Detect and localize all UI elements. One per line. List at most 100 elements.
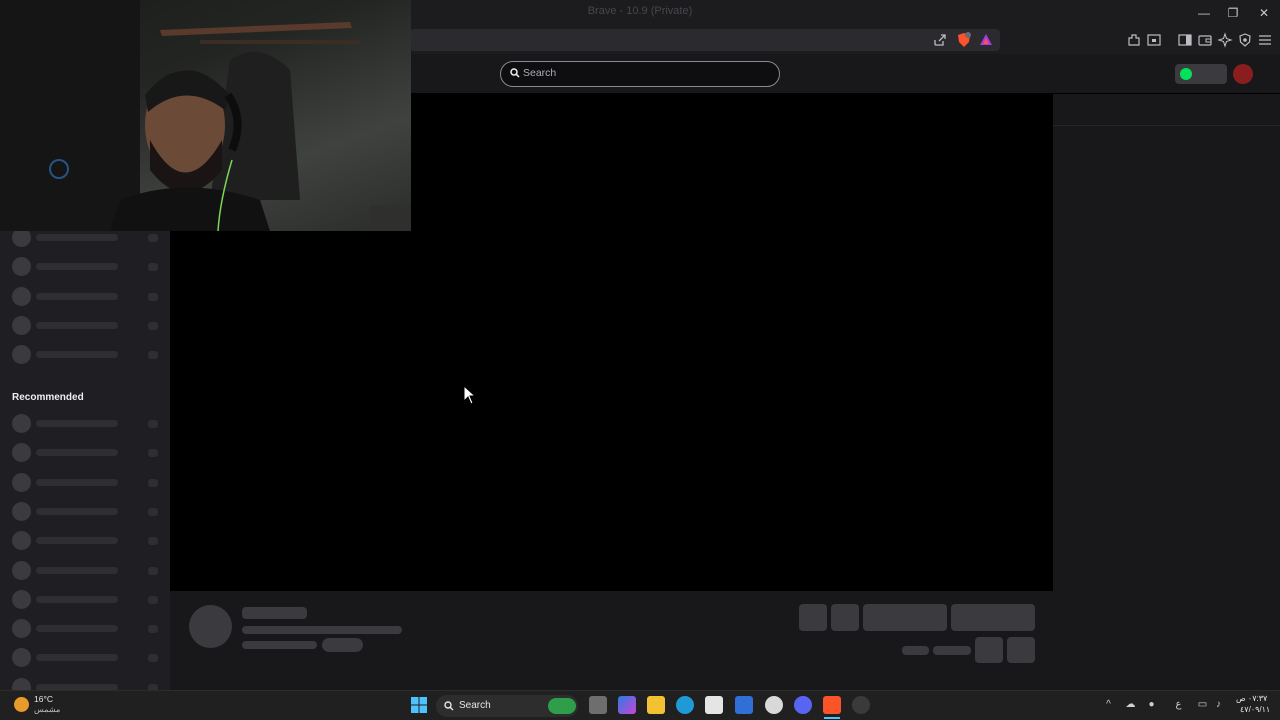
leo-icon[interactable] <box>1217 32 1233 48</box>
channel-name-placeholder <box>36 625 118 633</box>
file-explorer-icon[interactable] <box>647 696 665 714</box>
channel-avatar-placeholder <box>12 414 31 433</box>
wallet-icon[interactable] <box>1197 32 1213 48</box>
share-button-placeholder[interactable] <box>975 637 1003 663</box>
sidebar-channel-placeholder[interactable] <box>12 286 162 307</box>
sidebar-channel-placeholder[interactable] <box>12 315 162 336</box>
close-button[interactable]: ✕ <box>1253 3 1275 23</box>
mail-icon[interactable] <box>735 696 753 714</box>
channel-info-bar <box>170 591 1053 690</box>
input-language[interactable]: ع <box>1172 698 1185 711</box>
more-button-placeholder[interactable] <box>1007 637 1035 663</box>
viewer-count-placeholder <box>148 566 158 575</box>
sidebar-channel-placeholder[interactable] <box>12 501 162 522</box>
tag-placeholder <box>322 638 363 652</box>
sidebar-channel-placeholder[interactable] <box>12 443 162 463</box>
extensions-icon[interactable] <box>1126 32 1142 48</box>
sidebar-channel-placeholder[interactable] <box>12 345 162 365</box>
address-bar[interactable] <box>410 29 1000 51</box>
channel-name-placeholder <box>36 595 118 603</box>
network-icon[interactable]: ▭ <box>1196 698 1209 711</box>
sidebar-channel-placeholder[interactable] <box>12 414 162 434</box>
follow-button-placeholder[interactable] <box>863 604 947 631</box>
weather-icon[interactable] <box>14 697 29 712</box>
sidebar-channel-placeholder[interactable] <box>12 228 162 248</box>
channel-name-placeholder <box>36 478 118 486</box>
clock-time[interactable]: ٠٧:٣٧ ص <box>1236 694 1267 703</box>
channel-avatar-placeholder <box>12 589 31 609</box>
viewer-count-placeholder <box>902 646 929 655</box>
channel-name-placeholder <box>36 537 118 545</box>
taskbar-search-label: Search <box>459 700 491 711</box>
channel-name-placeholder <box>36 507 118 515</box>
sidebar-channel-placeholder[interactable] <box>12 560 162 581</box>
clock-date[interactable]: ٤٧/٠٩/١١ <box>1240 705 1270 714</box>
taskbar-search[interactable]: Search <box>436 695 578 717</box>
brave-shield-icon[interactable] <box>956 32 972 48</box>
search-highlight-icon <box>548 698 576 714</box>
search-input[interactable]: Search <box>500 61 780 87</box>
brave-icon[interactable] <box>823 696 841 714</box>
channel-name-placeholder <box>36 292 118 300</box>
search-placeholder: Search <box>523 67 557 79</box>
tray-overflow-icon[interactable]: ^ <box>1102 698 1115 711</box>
store-icon[interactable] <box>705 696 723 714</box>
subscribe-button-placeholder[interactable] <box>951 604 1035 631</box>
channel-avatar-placeholder <box>12 286 31 306</box>
sidebar-channel-placeholder[interactable] <box>12 589 162 610</box>
channel-name-placeholder <box>36 351 118 359</box>
uptime-placeholder <box>933 646 971 655</box>
channel-avatar-placeholder <box>12 531 31 551</box>
viewer-count-placeholder <box>148 263 158 272</box>
sidebar-channel-placeholder[interactable] <box>12 619 162 639</box>
stream-title-placeholder <box>242 626 402 634</box>
menu-icon[interactable] <box>1257 32 1273 48</box>
channel-avatar-placeholder <box>12 619 31 639</box>
get-bits-button[interactable] <box>1175 64 1227 84</box>
channel-avatar-placeholder <box>12 648 31 668</box>
channel-avatar-placeholder <box>12 315 31 335</box>
cursor-icon <box>463 385 477 405</box>
task-view-icon[interactable] <box>589 696 607 714</box>
app-icon[interactable] <box>852 696 870 714</box>
channel-name-placeholder <box>36 263 118 271</box>
onedrive-icon[interactable]: ☁ <box>1124 698 1137 711</box>
action-button-placeholder[interactable] <box>831 604 859 631</box>
weather-temperature[interactable]: 16°C <box>34 694 53 704</box>
edge-icon[interactable] <box>676 696 694 714</box>
volume-icon[interactable]: ♪ <box>1212 698 1225 711</box>
windows-start-icon[interactable] <box>411 697 427 713</box>
viewer-count-placeholder <box>148 351 158 360</box>
sidebar-channel-placeholder[interactable] <box>12 677 162 690</box>
vpn-icon[interactable] <box>1237 32 1253 48</box>
microphone-icon[interactable]: ● <box>1145 698 1158 711</box>
viewer-count-placeholder <box>148 507 158 516</box>
channel-avatar-placeholder <box>12 677 31 690</box>
channel-name-placeholder <box>36 449 118 457</box>
brave-rewards-icon[interactable] <box>978 32 994 48</box>
windows-taskbar: 16°C مشمس Search ^ ☁ ● ع ▭ ♪ ٠٧:٣٧ ص ٤٧/… <box>0 690 1280 720</box>
microsoft-365-icon[interactable] <box>618 696 636 714</box>
recommended-heading: Recommended <box>12 392 84 403</box>
sidebar-channel-placeholder[interactable] <box>12 257 162 277</box>
sidebar-channel-placeholder[interactable] <box>12 472 162 493</box>
user-avatar[interactable] <box>1233 64 1253 84</box>
weather-description[interactable]: مشمس <box>34 705 60 714</box>
discord-icon[interactable] <box>794 696 812 714</box>
sidebar-icon[interactable] <box>1177 32 1193 48</box>
sidebar-channel-placeholder[interactable] <box>12 531 162 551</box>
chat-header <box>1053 94 1280 126</box>
viewer-count-placeholder <box>148 292 158 301</box>
channel-avatar-placeholder <box>12 472 31 492</box>
channel-name-placeholder <box>36 654 118 662</box>
maximize-button[interactable]: ❐ <box>1222 3 1244 23</box>
tab-icon[interactable] <box>1146 32 1162 48</box>
share-icon[interactable] <box>932 32 948 48</box>
sidebar-channel-placeholder[interactable] <box>12 648 162 668</box>
minimize-button[interactable]: — <box>1193 3 1215 23</box>
steam-icon[interactable] <box>765 696 783 714</box>
action-button-placeholder[interactable] <box>799 604 827 631</box>
viewer-count-placeholder <box>148 321 158 330</box>
channel-avatar-placeholder <box>12 443 31 463</box>
channel-name-placeholder <box>242 607 307 619</box>
